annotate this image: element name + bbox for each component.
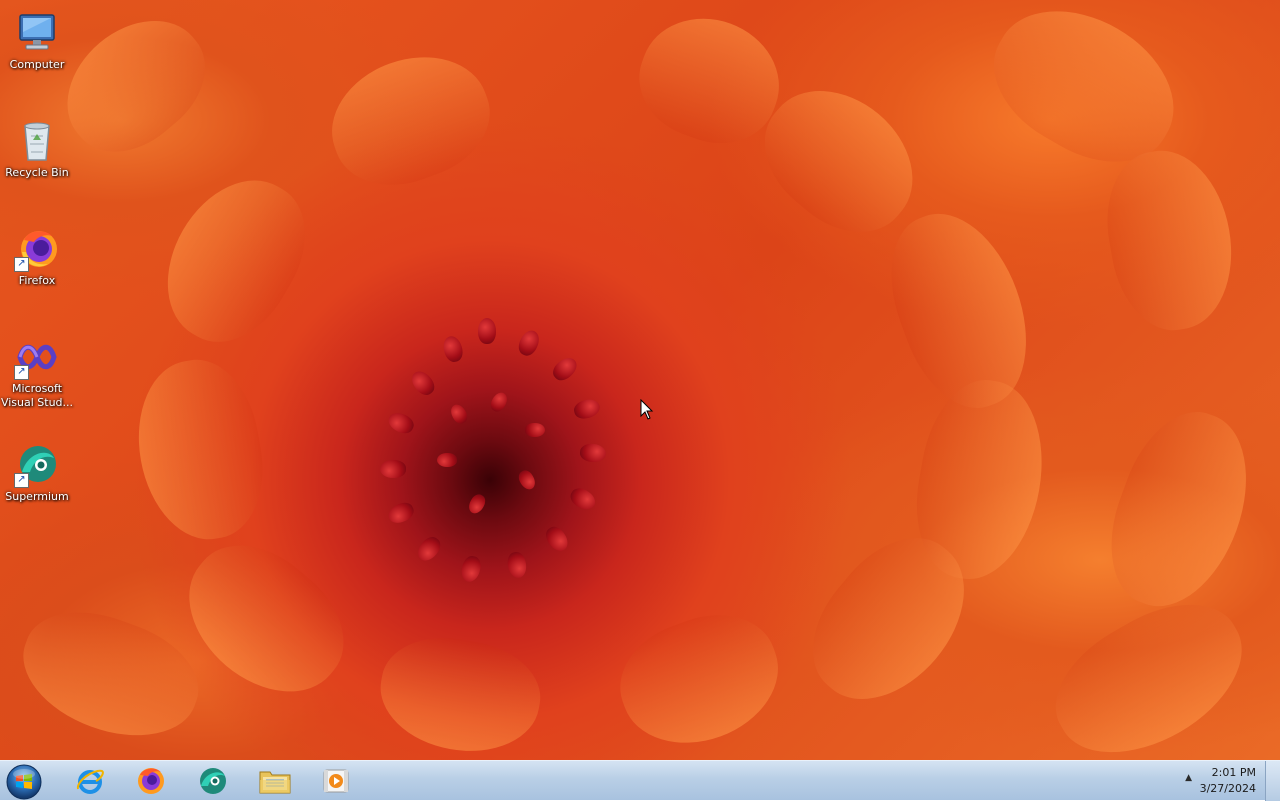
windows-orb-icon <box>6 764 42 800</box>
desktop-icon-label: Microsoft Visual Stud... <box>0 382 74 409</box>
desktop-icon-label: Firefox <box>18 274 56 287</box>
mouse-cursor-icon <box>640 399 654 420</box>
clock-date: 3/27/2024 <box>1199 782 1256 795</box>
supermium-icon: ↗ <box>14 442 60 488</box>
recycle-bin-icon <box>14 118 60 164</box>
shortcut-arrow-icon: ↗ <box>14 365 29 380</box>
shortcut-arrow-icon: ↗ <box>14 473 29 488</box>
desktop-icon-recycle-bin[interactable]: Recycle Bin <box>0 114 74 180</box>
supermium-icon <box>200 768 226 794</box>
shortcut-arrow-icon: ↗ <box>14 257 29 272</box>
visual-studio-icon: ↗ <box>14 334 60 380</box>
folder-icon <box>259 771 291 794</box>
show-hidden-icons-icon[interactable]: ▲ <box>1185 773 1192 783</box>
taskbar-firefox[interactable] <box>125 763 177 799</box>
clock[interactable]: 2:01 PM 3/27/2024 <box>1200 765 1256 797</box>
desktop-icon-label: Supermium <box>5 490 69 503</box>
firefox-icon: ↗ <box>14 226 60 272</box>
computer-icon <box>14 10 60 56</box>
desktop-icon-label: Computer <box>9 58 65 71</box>
taskbar-internet-explorer[interactable] <box>64 763 116 799</box>
taskbar-supermium[interactable] <box>187 763 239 799</box>
show-desktop-button[interactable] <box>1265 761 1280 801</box>
desktop-icon-firefox[interactable]: ↗ Firefox <box>0 222 74 288</box>
system-tray: ▲ 2:01 PM 3/27/2024 <box>1170 761 1280 801</box>
desktop-icon-supermium[interactable]: ↗ Supermium <box>0 438 74 504</box>
internet-explorer-icon <box>76 769 104 794</box>
desktop-icon-computer[interactable]: Computer <box>0 6 74 72</box>
start-button[interactable] <box>4 762 44 802</box>
media-player-icon <box>323 769 349 793</box>
taskbar-media-player[interactable] <box>310 763 362 799</box>
desktop-icon-label: Recycle Bin <box>5 166 69 179</box>
taskbar: ▲ 2:01 PM 3/27/2024 <box>0 760 1280 802</box>
clock-time: 2:01 PM <box>1211 766 1256 779</box>
firefox-icon <box>138 768 164 794</box>
desktop-icon-visual-studio[interactable]: ↗ Microsoft Visual Stud... <box>0 330 74 410</box>
desktop-wallpaper[interactable]: Computer Recycle Bin ↗ Firefox ↗ Microso… <box>0 0 1280 760</box>
taskbar-windows-explorer[interactable] <box>249 763 301 799</box>
